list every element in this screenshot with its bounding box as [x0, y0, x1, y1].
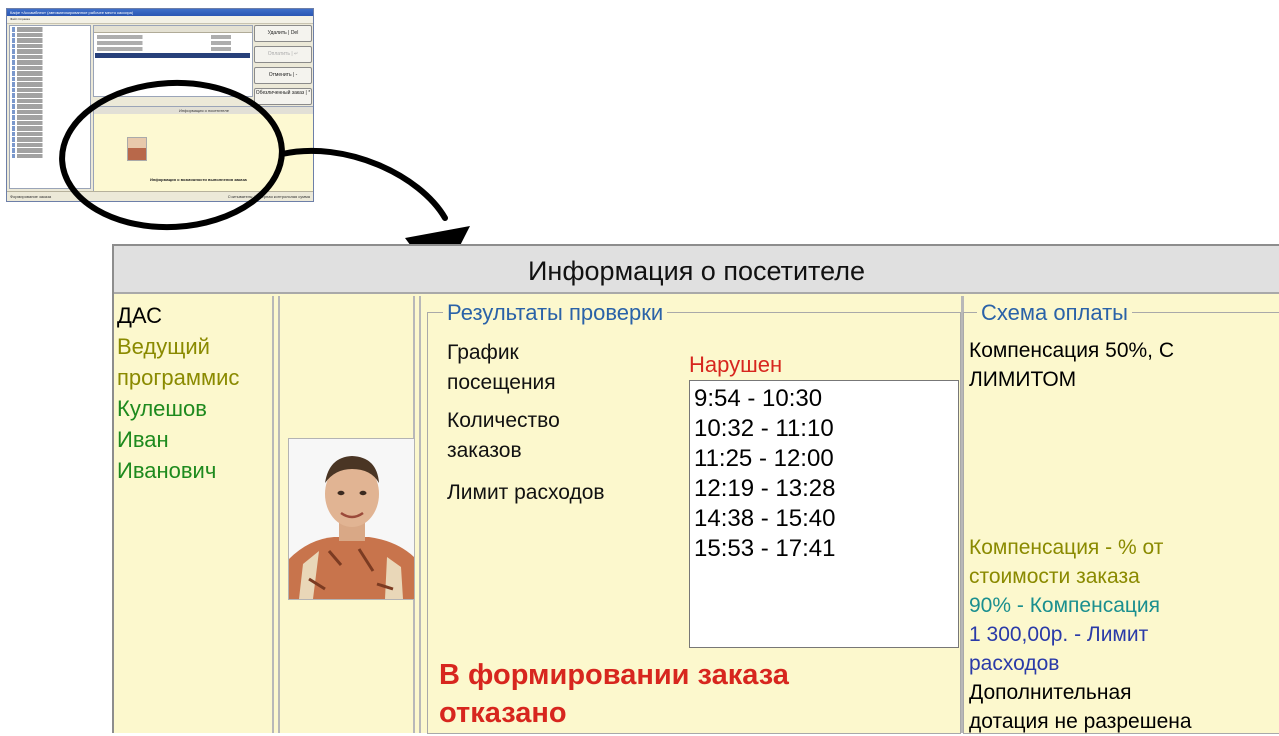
- visitor-surname: Кулешов: [117, 396, 207, 421]
- orders-label-line2: заказов: [447, 439, 522, 462]
- action-buttons: Удалить | Del Оплатить | ↵ Отменить | - …: [254, 25, 312, 109]
- visitor-photo: [288, 438, 415, 600]
- visitor-identity: ДАС Ведущий программис Кулешов Иван Иван…: [114, 296, 274, 733]
- selected-row[interactable]: [95, 53, 250, 58]
- spending-limit-label: Лимит расходов: [447, 481, 605, 504]
- menu-bar[interactable]: Файл Справка: [7, 16, 313, 24]
- visitor-firstname: Иван: [117, 427, 169, 452]
- panel-title: Информация о посетителе: [114, 246, 1279, 294]
- extra-subsidy-line1: Дополнительная: [969, 681, 1132, 704]
- compensation-percent: 90% - Компенсация: [969, 594, 1160, 617]
- payment-scheme-column: Схема оплаты Компенсация 50%, С ЛИМИТОМ …: [961, 296, 1279, 734]
- interval-item: 11:25 - 12:00: [694, 445, 834, 472]
- visitor-photo-column: [278, 296, 415, 733]
- cancel-button[interactable]: Отменить | -: [254, 67, 312, 84]
- order-denied-line2: отказано: [439, 697, 567, 729]
- visitor-patronymic: Иванович: [117, 458, 217, 483]
- interval-item: 9:54 - 10:30: [694, 385, 823, 412]
- order-grid[interactable]: [93, 25, 253, 97]
- compensation-desc-line2: стоимости заказа: [969, 565, 1140, 588]
- scheme-name-line1: Компенсация 50%, С: [969, 339, 1175, 362]
- visitor-login: ДАС: [117, 303, 162, 328]
- interval-item: 15:53 - 17:41: [694, 535, 836, 562]
- order-info-text: Информация о возможности выполнения зака…: [150, 177, 247, 182]
- category-tree[interactable]: [9, 25, 91, 189]
- schedule-label-line2: посещения: [447, 371, 556, 394]
- app-window-thumbnail: Кафе «Ассамблея» (автоматизированное раб…: [6, 8, 314, 202]
- extra-subsidy-line2: дотация не разрешена: [969, 710, 1192, 733]
- info-header: Информация о посетителе: [94, 107, 313, 114]
- payment-scheme-title: Схема оплаты: [977, 301, 1132, 325]
- anonymous-order-button[interactable]: Обезличенный заказ | *: [254, 88, 312, 105]
- delete-button[interactable]: Удалить | Del: [254, 25, 312, 42]
- visitor-position-line2: программис: [117, 365, 240, 390]
- status-bar: Формирование заказа Считыватель: Неверна…: [7, 191, 313, 201]
- check-results-title: Результаты проверки: [443, 301, 668, 325]
- spending-limit-line1: 1 300,00р. - Лимит: [969, 623, 1149, 646]
- pay-button[interactable]: Оплатить | ↵: [254, 46, 312, 63]
- status-reader: Считыватель: Неверная контрольная сумма: [227, 194, 310, 199]
- visitor-position-line1: Ведущий: [117, 334, 210, 359]
- schedule-status: Нарушен: [689, 352, 783, 377]
- check-results-column: Результаты проверки График посещения Кол…: [419, 296, 964, 734]
- visitor-info-panel: Информация о посетителе ДАС Ведущий прог…: [112, 244, 1279, 734]
- schedule-label-line1: График: [447, 341, 519, 364]
- visit-intervals-list[interactable]: 9:54 - 10:30 10:32 - 11:10 11:25 - 12:00…: [689, 380, 959, 648]
- orders-label-line1: Количество: [447, 409, 560, 432]
- spending-limit-line2: расходов: [969, 652, 1060, 675]
- visitor-info-thumbnail: Информация о посетителе Информация о воз…: [93, 106, 313, 194]
- interval-item: 14:38 - 15:40: [694, 505, 836, 532]
- visitor-photo-small: [127, 137, 147, 161]
- compensation-desc-line1: Компенсация - % от: [969, 536, 1164, 559]
- scheme-name-line2: ЛИМИТОМ: [969, 368, 1077, 391]
- status-mode: Формирование заказа: [10, 194, 52, 199]
- order-denied-line1: В формировании заказа: [439, 659, 789, 691]
- window-title: Кафе «Ассамблея» (автоматизированное раб…: [7, 9, 313, 16]
- interval-item: 12:19 - 13:28: [694, 475, 836, 502]
- interval-item: 10:32 - 11:10: [694, 415, 834, 442]
